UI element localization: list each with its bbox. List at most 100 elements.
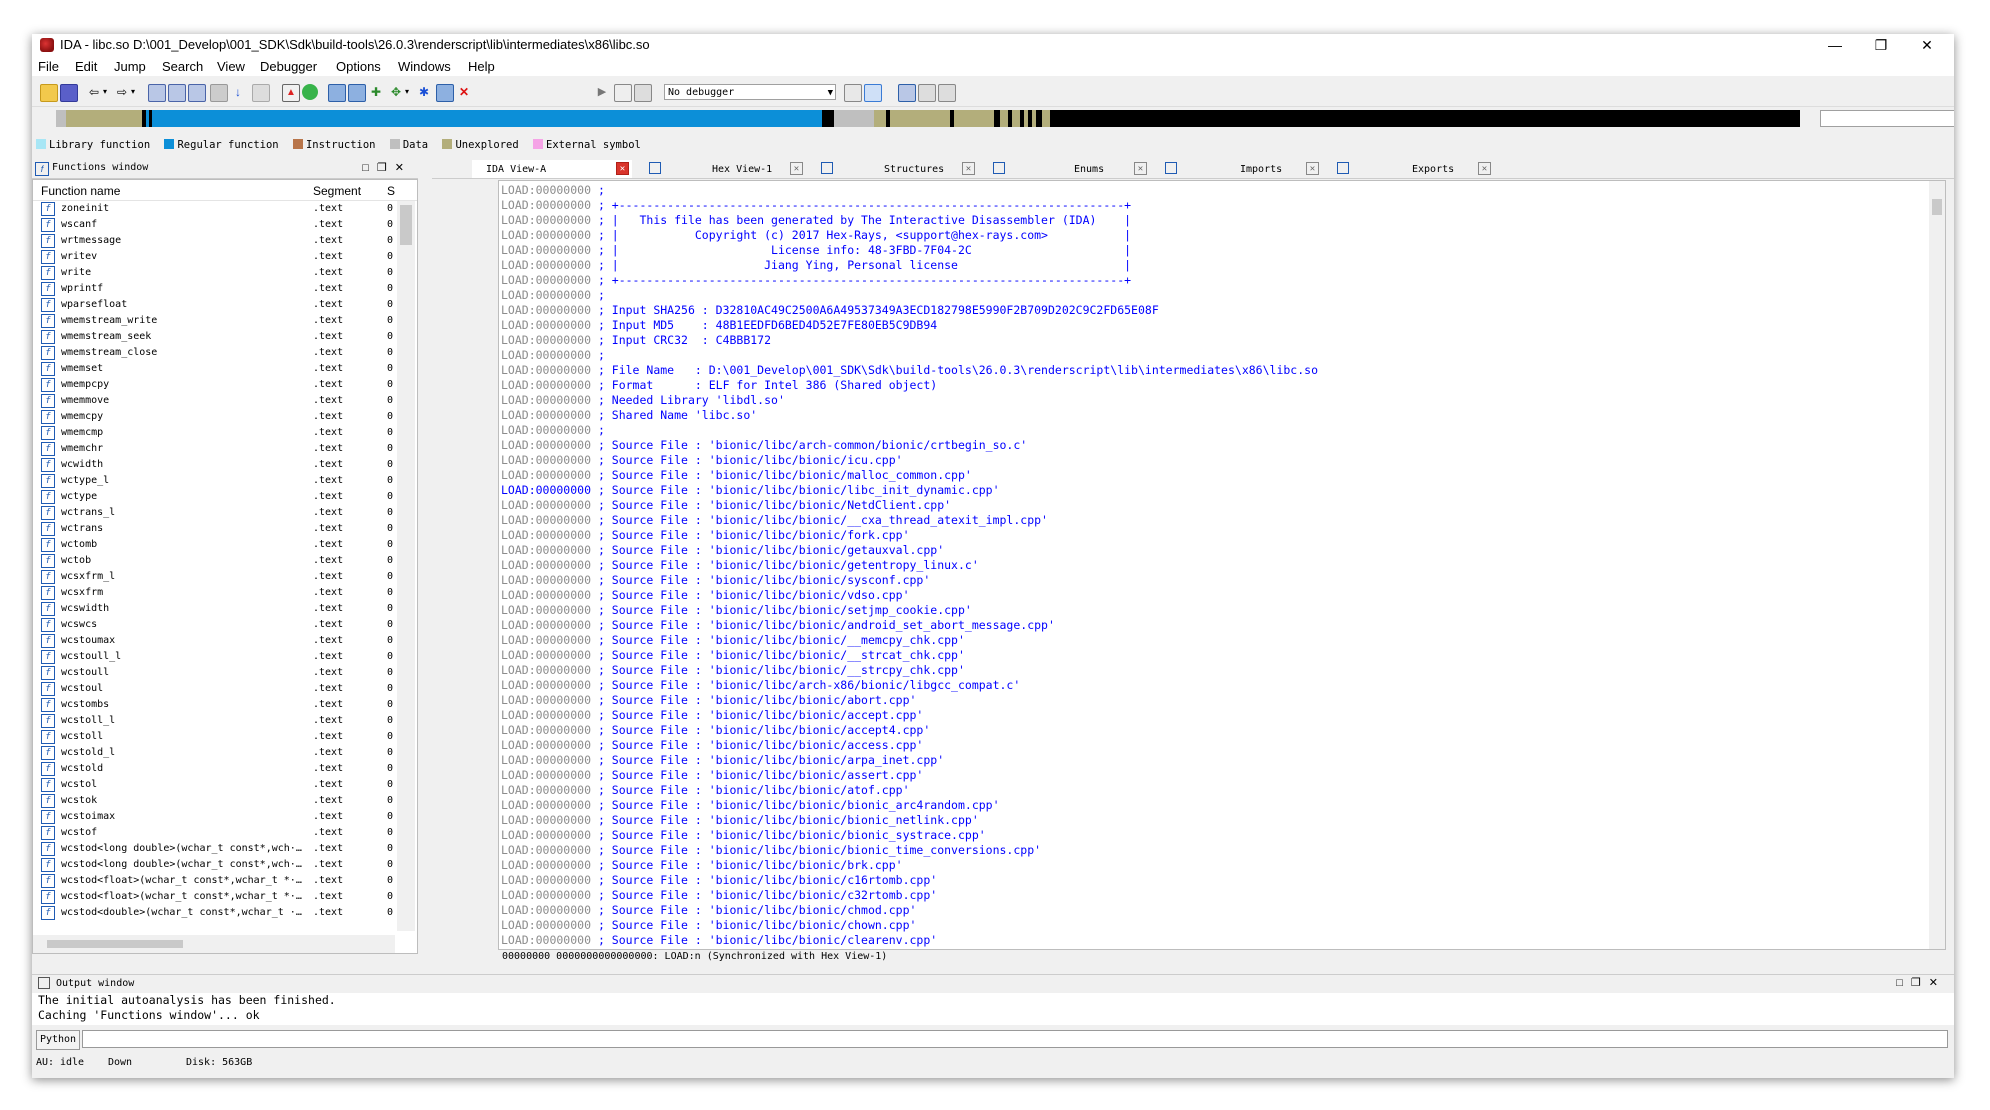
- function-row[interactable]: f wcstod<double>(wchar_t const*,wchar_t ·…: [33, 905, 395, 921]
- menu-view[interactable]: View: [217, 59, 245, 74]
- tools-icon[interactable]: [252, 84, 270, 102]
- disassembly-line[interactable]: LOAD:00000000 ; Source File : 'bionic/li…: [501, 678, 1921, 693]
- menu-edit[interactable]: Edit: [75, 59, 97, 74]
- debugger-select[interactable]: No debugger ▼: [664, 84, 836, 100]
- close-icon[interactable]: ✕: [790, 162, 803, 175]
- function-row[interactable]: f wcstok .text 0: [33, 793, 395, 809]
- back-dropdown-icon[interactable]: ▾: [100, 84, 110, 100]
- tab-hex-view-1[interactable]: Hex View-1 ✕: [646, 160, 806, 178]
- disassembly-line[interactable]: LOAD:00000000 ; Source File : 'bionic/li…: [501, 573, 1921, 588]
- disassembly-line[interactable]: LOAD:00000000 ; Source File : 'bionic/li…: [501, 648, 1921, 663]
- disassembly-line[interactable]: LOAD:00000000 ; Source File : 'bionic/li…: [501, 663, 1921, 678]
- function-row[interactable]: f wcstoul .text 0: [33, 681, 395, 697]
- function-row[interactable]: f wcstoumax .text 0: [33, 633, 395, 649]
- function-row[interactable]: f wcstoull .text 0: [33, 665, 395, 681]
- function-row[interactable]: f wmemstream_seek .text 0: [33, 329, 395, 345]
- tab-structures[interactable]: Structures ✕: [818, 160, 978, 178]
- disassembly-line[interactable]: LOAD:00000000 ; Input MD5 : 48B1EEDFD6BE…: [501, 318, 1921, 333]
- tab-exports[interactable]: Exports ✕: [1334, 160, 1494, 178]
- disassembly-line[interactable]: LOAD:00000000 ; Source File : 'bionic/li…: [501, 468, 1921, 483]
- close-icon[interactable]: ✕: [962, 162, 975, 175]
- disassembly-line[interactable]: LOAD:00000000 ; Source File : 'bionic/li…: [501, 543, 1921, 558]
- disassembly-line[interactable]: LOAD:00000000 ; Source File : 'bionic/li…: [501, 753, 1921, 768]
- ida-view-disassembly[interactable]: LOAD:00000000 ; LOAD:00000000 ; +--------…: [498, 180, 1946, 950]
- navigation-band-dropdown[interactable]: ▼: [1820, 110, 1954, 127]
- disassembly-line[interactable]: LOAD:00000000 ; | Copyright (c) 2017 Hex…: [501, 228, 1921, 243]
- function-row[interactable]: f wmemset .text 0: [33, 361, 395, 377]
- delete-breakpoint-icon[interactable]: [938, 84, 956, 102]
- function-row[interactable]: f wmemcpy .text 0: [33, 409, 395, 425]
- patch-icon[interactable]: [436, 84, 454, 102]
- function-row[interactable]: f wcstoimax .text 0: [33, 809, 395, 825]
- disassembly-line[interactable]: LOAD:00000000 ; Source File : 'bionic/li…: [501, 828, 1921, 843]
- functions-horizontal-scrollbar[interactable]: [33, 935, 395, 953]
- disassembly-line[interactable]: LOAD:00000000 ; Source File : 'bionic/li…: [501, 858, 1921, 873]
- close-button[interactable]: ✕: [1904, 34, 1950, 56]
- function-row[interactable]: f wcstod<long double>(wchar_t const*,wch·…: [33, 841, 395, 857]
- output-window[interactable]: The initial autoanalysis has been finish…: [32, 993, 1954, 1025]
- disassembly-line[interactable]: LOAD:00000000 ; | Jiang Ying, Personal l…: [501, 258, 1921, 273]
- close-icon[interactable]: ✕: [1134, 162, 1147, 175]
- output-window-controls[interactable]: □❐✕: [1896, 976, 1946, 989]
- search-next-icon[interactable]: [188, 84, 206, 102]
- disassembly-vertical-scrollbar[interactable]: [1929, 181, 1945, 949]
- disassembly-line[interactable]: LOAD:00000000 ; Source File : 'bionic/li…: [501, 768, 1921, 783]
- disassembly-line[interactable]: LOAD:00000000 ; +-----------------------…: [501, 198, 1921, 213]
- start-debug-icon[interactable]: ▶: [594, 84, 610, 100]
- open-file-icon[interactable]: [40, 84, 58, 102]
- tab-enums[interactable]: Enums ✕: [990, 160, 1150, 178]
- disassembly-line[interactable]: LOAD:00000000 ;: [501, 423, 1921, 438]
- function-row[interactable]: f wcstold .text 0: [33, 761, 395, 777]
- scrollbar-thumb[interactable]: [1932, 199, 1942, 215]
- function-dropdown-icon[interactable]: ▾: [402, 84, 412, 100]
- function-row[interactable]: f wcstoll_l .text 0: [33, 713, 395, 729]
- disassembly-line[interactable]: LOAD:00000000 ; Source File : 'bionic/li…: [501, 918, 1921, 933]
- menu-search[interactable]: Search: [162, 59, 203, 74]
- function-row[interactable]: f wmemmove .text 0: [33, 393, 395, 409]
- function-row[interactable]: f wcstold_l .text 0: [33, 745, 395, 761]
- print-icon[interactable]: [210, 84, 228, 102]
- navigation-band[interactable]: [52, 110, 1800, 127]
- disassembly-line[interactable]: LOAD:00000000 ; Source File : 'bionic/li…: [501, 498, 1921, 513]
- function-row[interactable]: f wcwidth .text 0: [33, 457, 395, 473]
- disassembly-line[interactable]: LOAD:00000000 ; | This file has been gen…: [501, 213, 1921, 228]
- run-analysis-icon[interactable]: [302, 84, 318, 100]
- function-row[interactable]: f wcstod<long double>(wchar_t const*,wch·…: [33, 857, 395, 873]
- close-icon[interactable]: ✕: [1478, 162, 1491, 175]
- function-row[interactable]: f wctob .text 0: [33, 553, 395, 569]
- disassembly-line[interactable]: LOAD:00000000 ; File Name : D:\001_Devel…: [501, 363, 1921, 378]
- function-row[interactable]: f wcswidth .text 0: [33, 601, 395, 617]
- disassembly-line[interactable]: LOAD:00000000 ; Source File : 'bionic/li…: [501, 528, 1921, 543]
- function-row[interactable]: f wprintf .text 0: [33, 281, 395, 297]
- forward-dropdown-icon[interactable]: ▾: [128, 84, 138, 100]
- function-row[interactable]: f writev .text 0: [33, 249, 395, 265]
- disassembly-line[interactable]: LOAD:00000000 ; Source File : 'bionic/li…: [501, 903, 1921, 918]
- disassembly-line[interactable]: LOAD:00000000 ; Input SHA256 : D32810AC4…: [501, 303, 1921, 318]
- function-row[interactable]: f wrtmessage .text 0: [33, 233, 395, 249]
- disassembly-line[interactable]: LOAD:00000000 ; Source File : 'bionic/li…: [501, 633, 1921, 648]
- function-row[interactable]: f wcsxfrm .text 0: [33, 585, 395, 601]
- function-row[interactable]: f wcstombs .text 0: [33, 697, 395, 713]
- structure-icon[interactable]: [348, 84, 366, 102]
- disassembly-line[interactable]: LOAD:00000000 ;: [501, 348, 1921, 363]
- disassembly-line[interactable]: LOAD:00000000 ;: [501, 183, 1921, 198]
- functions-vertical-scrollbar[interactable]: [397, 201, 415, 931]
- column-function-name[interactable]: Function name: [41, 184, 120, 198]
- function-row[interactable]: f wmemchr .text 0: [33, 441, 395, 457]
- disassembly-line[interactable]: LOAD:00000000 ; Source File : 'bionic/li…: [501, 738, 1921, 753]
- function-row[interactable]: f wctrans_l .text 0: [33, 505, 395, 521]
- add-breakpoint-icon[interactable]: [918, 84, 936, 102]
- command-input[interactable]: [82, 1030, 1948, 1048]
- graph-view-icon[interactable]: ▲: [282, 84, 300, 102]
- function-row[interactable]: f wcstod<float>(wchar_t const*,wchar_t *·…: [33, 889, 395, 905]
- step-into-icon[interactable]: [844, 84, 862, 102]
- disassembly-line[interactable]: LOAD:00000000 ;: [501, 288, 1921, 303]
- add-function-icon[interactable]: ✚: [368, 84, 384, 100]
- restore-button[interactable]: ❐: [1858, 34, 1904, 56]
- function-row[interactable]: f wcstoll .text 0: [33, 729, 395, 745]
- function-row[interactable]: f wmemcmp .text 0: [33, 425, 395, 441]
- column-segment[interactable]: Segment: [313, 184, 361, 198]
- disassembly-line[interactable]: LOAD:00000000 ; Source File : 'bionic/li…: [501, 723, 1921, 738]
- search-text-icon[interactable]: [168, 84, 186, 102]
- xrefs-icon[interactable]: ✱: [416, 84, 432, 100]
